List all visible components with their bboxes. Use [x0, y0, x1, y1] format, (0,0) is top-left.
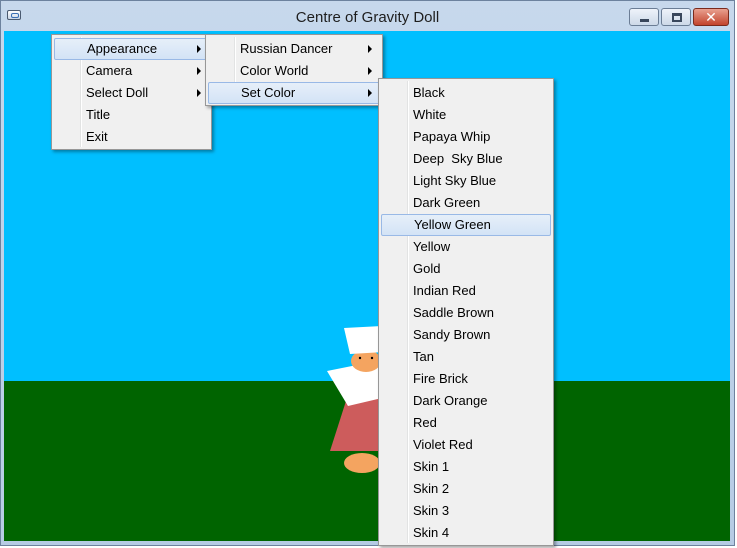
menu-item-label: Black: [413, 85, 445, 100]
color-item-papaya-whip[interactable]: Papaya Whip: [381, 126, 551, 148]
menu-item-label: Fire Brick: [413, 371, 468, 386]
color-item-dark-orange[interactable]: Dark Orange: [381, 390, 551, 412]
menu-item-label: Select Doll: [86, 85, 149, 100]
menu-item-label: Tan: [413, 349, 434, 364]
submenu-arrow-icon: [197, 67, 201, 75]
menu-item-label: Russian Dancer: [240, 41, 333, 56]
color-item-tan[interactable]: Tan: [381, 346, 551, 368]
menu-item-label: Sandy Brown: [413, 327, 491, 342]
menu-item-label: Dark Orange: [413, 393, 488, 408]
menu-item-label: Exit: [86, 129, 108, 144]
color-item-skin-1[interactable]: Skin 1: [381, 456, 551, 478]
menu-item-label: Skin 3: [413, 503, 450, 518]
color-item-sandy-brown[interactable]: Sandy Brown: [381, 324, 551, 346]
submenu-arrow-icon: [368, 89, 372, 97]
menu-item-color-world[interactable]: Color World: [208, 60, 380, 82]
menu-item-label: Appearance: [87, 41, 158, 56]
menu-item-set-color[interactable]: Set Color: [208, 82, 380, 104]
menu-item-label: Saddle Brown: [413, 305, 494, 320]
color-item-yellow-green[interactable]: Yellow Green: [381, 214, 551, 236]
color-item-white[interactable]: White: [381, 104, 551, 126]
menu-item-label: Skin 1: [413, 459, 450, 474]
menu-item-label: Skin 4: [413, 525, 450, 540]
minimize-button[interactable]: [629, 8, 659, 26]
menu-item-label: White: [413, 107, 447, 122]
menu-item-label: Deep Sky Blue: [413, 151, 503, 166]
submenu-arrow-icon: [197, 89, 201, 97]
submenu-arrow-icon: [368, 45, 372, 53]
menu-item-label: Set Color: [241, 85, 296, 100]
close-button[interactable]: ✕: [693, 8, 729, 26]
color-item-skin-3[interactable]: Skin 3: [381, 500, 551, 522]
maximize-icon: [662, 9, 690, 25]
window-title: Centre of Gravity Doll: [295, 9, 440, 26]
title-bar[interactable]: Centre of Gravity Doll ✕: [1, 1, 734, 31]
menu-item-label: Camera: [86, 63, 133, 78]
main-menu: Appearance Camera Select Doll Title Exit: [51, 34, 212, 150]
color-item-skin-2[interactable]: Skin 2: [381, 478, 551, 500]
menu-item-russian-dancer[interactable]: Russian Dancer: [208, 38, 380, 60]
submenu-arrow-icon: [368, 67, 372, 75]
menu-item-select-doll[interactable]: Select Doll: [54, 82, 209, 104]
doll-legs: [344, 453, 380, 473]
color-item-deep-sky-blue[interactable]: Deep Sky Blue: [381, 148, 551, 170]
menu-item-label: Skin 2: [413, 481, 450, 496]
color-item-dark-green[interactable]: Dark Green: [381, 192, 551, 214]
menu-item-exit[interactable]: Exit: [54, 126, 209, 148]
menu-item-label: Red: [413, 415, 437, 430]
menu-item-label: Violet Red: [413, 437, 473, 452]
close-icon: ✕: [705, 9, 717, 25]
color-item-fire-brick[interactable]: Fire Brick: [381, 368, 551, 390]
menu-item-label: Title: [86, 107, 111, 122]
color-item-gold[interactable]: Gold: [381, 258, 551, 280]
doll-eye-right: [370, 356, 374, 360]
doll-eye-left: [358, 356, 362, 360]
menu-item-label: Gold: [413, 261, 441, 276]
menu-item-label: Indian Red: [413, 283, 476, 298]
color-item-skin-4[interactable]: Skin 4: [381, 522, 551, 544]
color-item-indian-red[interactable]: Indian Red: [381, 280, 551, 302]
color-item-black[interactable]: Black: [381, 82, 551, 104]
menu-item-label: Light Sky Blue: [413, 173, 497, 188]
color-item-violet-red[interactable]: Violet Red: [381, 434, 551, 456]
set-color-submenu: Black White Papaya Whip Deep Sky Blue Li…: [378, 78, 554, 546]
menu-item-label: Yellow: [413, 239, 451, 254]
submenu-arrow-icon: [197, 45, 201, 53]
color-item-light-sky-blue[interactable]: Light Sky Blue: [381, 170, 551, 192]
maximize-button[interactable]: [661, 8, 691, 26]
menu-item-appearance[interactable]: Appearance: [54, 38, 209, 60]
color-item-yellow[interactable]: Yellow: [381, 236, 551, 258]
menu-item-label: Papaya Whip: [413, 129, 491, 144]
menu-item-camera[interactable]: Camera: [54, 60, 209, 82]
menu-item-title[interactable]: Title: [54, 104, 209, 126]
color-item-red[interactable]: Red: [381, 412, 551, 434]
minimize-icon: [630, 9, 658, 25]
menu-item-label: Yellow Green: [414, 217, 491, 232]
menu-item-label: Color World: [240, 63, 309, 78]
appearance-submenu: Russian Dancer Color World Set Color: [205, 34, 383, 106]
menu-item-label: Dark Green: [413, 195, 481, 210]
color-item-saddle-brown[interactable]: Saddle Brown: [381, 302, 551, 324]
